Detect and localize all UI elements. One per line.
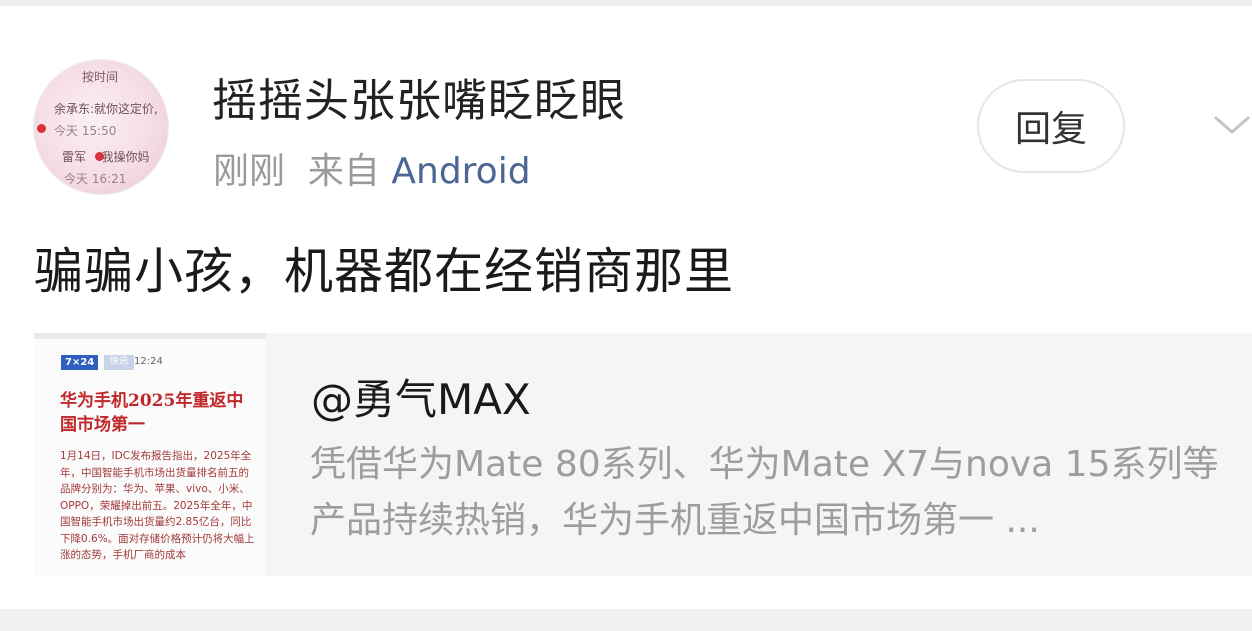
avatar-text-3: 今天 15:50 xyxy=(54,124,117,138)
chevron-down-icon[interactable] xyxy=(1212,106,1252,146)
thumbnail-tag-secondary: 快讯 xyxy=(104,355,135,370)
repost-author[interactable]: @勇气MAX xyxy=(311,366,531,427)
post-text: 骗骗小孩，机器都在经销商那里 xyxy=(34,243,735,300)
post-card: 按时间 余承东:就你这定价, 今天 15:50 雷军 :我操你妈 今天 16:2… xyxy=(0,6,1252,609)
author-name[interactable]: 摇摇头张张嘴眨眨眼 xyxy=(212,64,626,129)
repost-summary: 凭借华为Mate 80系列、华为Mate X7与nova 15系列等产品持续热销… xyxy=(310,444,1219,541)
verified-badge-icon xyxy=(95,152,104,161)
source-prefix: 来自 xyxy=(307,151,380,192)
post-time: 刚刚 xyxy=(213,151,286,192)
thumbnail-tag: 7×24 xyxy=(61,355,99,370)
avatar-text-2: 余承东:就你这定价, xyxy=(54,102,158,116)
avatar-text-4b: :我操你妈 xyxy=(97,150,150,164)
thumbnail-top-bar xyxy=(34,333,266,339)
thumbnail-body: 1月14日，IDC发布报告指出，2025年全年，中国智能手机市场出货量排名前五的… xyxy=(60,450,255,561)
avatar[interactable]: 按时间 余承东:就你这定价, 今天 15:50 雷军 :我操你妈 今天 16:2… xyxy=(34,60,168,194)
thumbnail-headline: 华为手机2025年重返中国市场第一 xyxy=(60,391,244,435)
source-link[interactable]: Android xyxy=(391,151,530,192)
avatar-text-1: 按时间 xyxy=(82,70,119,84)
thumbnail-time: 12:24 xyxy=(134,356,163,367)
verified-badge-icon xyxy=(37,124,46,133)
repost-thumbnail: 7×24 快讯 12:24 华为手机2025年重返中国市场第一 1月14日，ID… xyxy=(34,333,266,576)
repost-card[interactable]: 7×24 快讯 12:24 华为手机2025年重返中国市场第一 1月14日，ID… xyxy=(34,333,1252,576)
reply-button[interactable]: 回复 xyxy=(977,79,1125,173)
avatar-text-4a: 雷军 xyxy=(62,150,87,164)
post-meta: 刚刚 来自 Android xyxy=(213,142,531,194)
avatar-text-5: 今天 16:21 xyxy=(64,172,127,186)
avatar-text-4: 雷军 :我操你妈 xyxy=(62,148,150,165)
